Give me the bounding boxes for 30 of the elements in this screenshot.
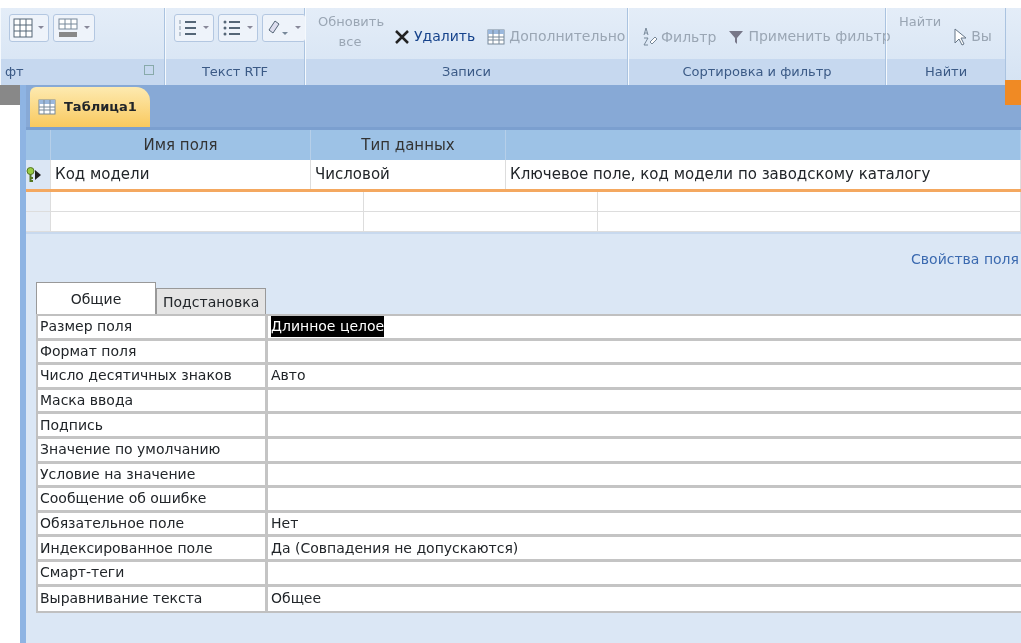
property-label: Формат поля xyxy=(38,340,268,363)
group-label: Записи xyxy=(442,63,491,82)
property-value-field[interactable]: Нет xyxy=(268,512,1021,535)
ribbon-button[interactable]: Удалить xyxy=(390,24,480,49)
property-label: Значение по умолчанию xyxy=(38,438,268,461)
property-label: Подпись xyxy=(38,414,268,436)
group-label: фт xyxy=(5,63,24,82)
table-cell: Код модели xyxy=(51,160,311,189)
property-label: Смарт-теги xyxy=(38,561,268,584)
property-value-field[interactable]: Да (Совпадения не допускаются) xyxy=(268,537,1021,559)
property-label: Условие на значение xyxy=(38,463,268,486)
property-tab[interactable]: Общие xyxy=(36,282,156,314)
property-label: Число десятичных знаков xyxy=(38,365,268,387)
property-label: Маска ввода xyxy=(38,389,268,412)
group-label: Найти xyxy=(924,63,968,82)
property-value-field[interactable]: Длинное целое xyxy=(268,316,1021,338)
section-title: Свойства поля xyxy=(911,250,1019,269)
document-tab[interactable]: Таблица1 xyxy=(30,87,150,127)
table-cell: Числовой xyxy=(311,160,506,189)
property-label: Сообщение об ошибке xyxy=(38,488,268,510)
property-label: Размер поля xyxy=(38,316,268,338)
group-label: Сортировка и фильтр xyxy=(682,63,832,82)
group-label: Текст RTF xyxy=(201,63,269,82)
property-tab[interactable]: Подстановка xyxy=(156,288,267,314)
property-value-field[interactable]: Общее xyxy=(268,586,1021,612)
property-value-field[interactable]: Авто xyxy=(268,365,1021,387)
table-cell: Ключевое поле, код модели по заводскому каталогу xyxy=(506,160,1021,189)
property-label: Индексированное поле xyxy=(38,537,268,559)
property-label: Выравнивание текста xyxy=(38,586,268,612)
property-label: Обязательное поле xyxy=(38,512,268,535)
